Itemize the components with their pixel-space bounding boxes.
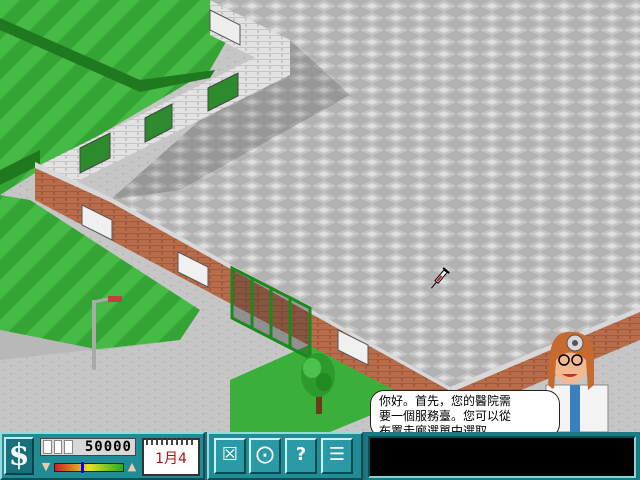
calendar-date: 1月4 xyxy=(155,451,187,467)
advisor-text-line-1: 你好。首先，您的醫院需 xyxy=(379,394,512,408)
question-icon: ? xyxy=(295,444,307,465)
money-value: 50000 xyxy=(84,439,132,455)
help-button[interactable]: ? xyxy=(285,438,317,474)
thumb-up-icon: ▲ xyxy=(127,460,137,473)
build-button[interactable]: ☒ xyxy=(214,438,246,474)
calendar: 1月4 xyxy=(142,438,200,476)
reputation-marker xyxy=(80,461,84,473)
advisor-speech-bubble[interactable]: 你好。首先，您的醫院需 要一個服務臺。您可以從 布置走廊選單中選取。 xyxy=(370,390,560,438)
status-list-icon: ☰ xyxy=(328,444,346,465)
message-box[interactable] xyxy=(368,436,636,478)
advisor-text-line-2: 要一個服務臺。您可以從 xyxy=(379,409,512,423)
hospital-map-view[interactable] xyxy=(0,0,640,432)
money-bars xyxy=(43,440,74,454)
reputation-row: ▼ ▲ xyxy=(40,460,138,474)
money-display: 50000 xyxy=(40,438,136,456)
reputation-bar xyxy=(54,461,124,473)
map-button[interactable]: ⨀ xyxy=(249,438,281,474)
build-icon: ☒ xyxy=(221,444,239,465)
dollar-icon[interactable]: $ xyxy=(4,437,34,475)
compass-icon: ⨀ xyxy=(256,444,274,465)
status-button[interactable]: ☰ xyxy=(321,438,353,474)
thumb-down-icon: ▼ xyxy=(41,460,51,473)
